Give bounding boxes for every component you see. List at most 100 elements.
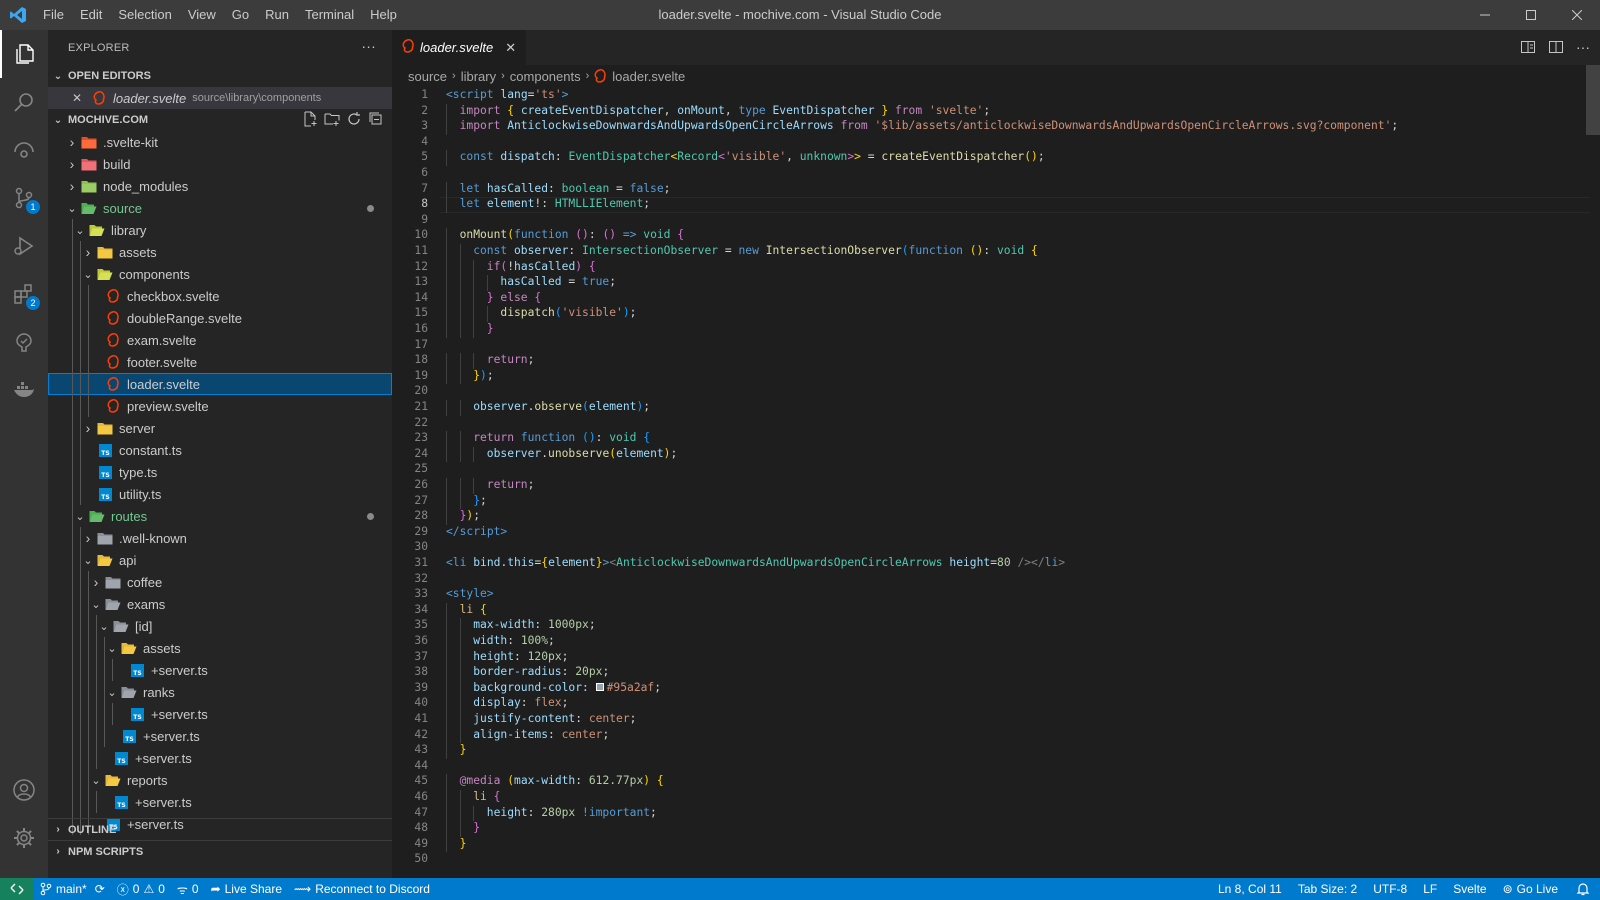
workspace-section[interactable]: ⌄ MOCHIVE.COM <box>48 109 392 131</box>
line-number: 21 <box>414 400 428 413</box>
encoding[interactable]: UTF-8 <box>1365 878 1415 900</box>
menu-selection[interactable]: Selection <box>110 0 179 30</box>
folder-item[interactable]: › coffee <box>48 571 392 593</box>
file-item[interactable]: checkbox.svelte <box>48 285 392 307</box>
indent-guide <box>96 681 97 703</box>
ports-indicator[interactable]: ᯤ 0 <box>171 878 205 900</box>
editor-scrollbar[interactable] <box>1586 65 1600 878</box>
open-editor-item[interactable]: ✕ loader.svelte source\library\component… <box>48 87 392 109</box>
folder-item[interactable]: › server <box>48 417 392 439</box>
eol[interactable]: LF <box>1415 878 1445 900</box>
docker-icon[interactable] <box>0 366 48 414</box>
vscode-logo-icon[interactable] <box>0 0 35 30</box>
folder-item[interactable]: ⌄ source <box>48 197 392 219</box>
color-swatch[interactable] <box>595 682 604 691</box>
menu-edit[interactable]: Edit <box>72 0 110 30</box>
folder-item[interactable]: ⌄ components <box>48 263 392 285</box>
indent-guide <box>459 805 461 822</box>
breadcrumb-item[interactable]: loader.svelte <box>612 69 685 84</box>
folder-item[interactable]: ⌄ ranks <box>48 681 392 703</box>
file-item[interactable]: TS +server.ts <box>48 747 392 769</box>
close-icon[interactable]: ✕ <box>70 91 84 105</box>
folder-item[interactable]: ⌄ assets <box>48 637 392 659</box>
settings-gear-icon[interactable] <box>0 814 48 862</box>
indent-guide <box>80 285 81 307</box>
scrollbar-thumb[interactable] <box>1586 65 1600 135</box>
more-actions-button[interactable]: ··· <box>361 38 376 54</box>
source-control-icon[interactable]: 1 <box>0 174 48 222</box>
breadcrumb-item[interactable]: source <box>408 69 447 84</box>
discord-button[interactable]: ⟿ Reconnect to Discord <box>288 878 436 900</box>
folder-item[interactable]: ⌄ routes <box>48 505 392 527</box>
file-item[interactable]: TS +server.ts <box>48 791 392 813</box>
file-item[interactable]: TS type.ts <box>48 461 392 483</box>
problems-indicator[interactable]: ⓧ 0 ⚠ 0 <box>111 878 171 900</box>
explorer-icon[interactable] <box>0 30 48 78</box>
folder-item[interactable]: › node_modules <box>48 175 392 197</box>
folder-item[interactable]: ⌄ library <box>48 219 392 241</box>
search-icon[interactable] <box>0 78 48 126</box>
file-item[interactable]: TS +server.ts <box>48 703 392 725</box>
remote-explorer-icon[interactable] <box>0 126 48 174</box>
extensions-icon[interactable]: 2 <box>0 270 48 318</box>
menu-terminal[interactable]: Terminal <box>297 0 362 30</box>
menu-run[interactable]: Run <box>257 0 297 30</box>
outline-section[interactable]: › OUTLINE <box>48 818 392 840</box>
new-folder-icon[interactable] <box>324 111 340 130</box>
code-line: return function (): void { <box>473 431 650 444</box>
code-editor[interactable]: 1 <script lang='ts'> 2 import { createEvent… <box>392 87 1600 878</box>
file-item[interactable]: TS constant.ts <box>48 439 392 461</box>
language-mode[interactable]: Svelte <box>1445 878 1494 900</box>
folder-item[interactable]: ⌄ api <box>48 549 392 571</box>
line-number: 15 <box>414 306 428 320</box>
folder-item[interactable]: › .svelte-kit <box>48 131 392 153</box>
file-item[interactable]: doubleRange.svelte <box>48 307 392 329</box>
refresh-icon[interactable] <box>346 111 362 130</box>
run-debug-icon[interactable] <box>0 222 48 270</box>
more-actions-icon[interactable]: ··· <box>1576 39 1590 58</box>
breadcrumb-item[interactable]: components <box>510 69 581 84</box>
tab-size[interactable]: Tab Size: 2 <box>1290 878 1365 900</box>
indent-guide <box>72 219 73 241</box>
branch-indicator[interactable]: main* ⟳ <box>34 878 111 900</box>
split-editor-icon[interactable] <box>1548 39 1564 58</box>
live-share-button[interactable]: ➦ Live Share <box>205 878 288 900</box>
accounts-icon[interactable] <box>0 766 48 814</box>
sync-icon[interactable]: ⟳ <box>95 882 105 896</box>
testing-icon[interactable] <box>0 318 48 366</box>
file-item[interactable]: loader.svelte <box>48 373 392 395</box>
breadcrumb-item[interactable]: library <box>461 69 496 84</box>
collapse-all-icon[interactable] <box>368 111 384 130</box>
menu-view[interactable]: View <box>180 0 224 30</box>
file-item[interactable]: preview.svelte <box>48 395 392 417</box>
open-editors-section[interactable]: ⌄ OPEN EDITORS <box>48 65 392 87</box>
folder-item[interactable]: › .well-known <box>48 527 392 549</box>
maximize-button[interactable] <box>1508 0 1554 30</box>
folder-item[interactable]: › assets <box>48 241 392 263</box>
npm-scripts-section[interactable]: › NPM SCRIPTS <box>48 840 392 862</box>
folder-item[interactable]: ⌄ reports <box>48 769 392 791</box>
folder-item[interactable]: ⌄ exams <box>48 593 392 615</box>
minimize-button[interactable] <box>1462 0 1508 30</box>
cursor-position[interactable]: Ln 8, Col 11 <box>1210 878 1290 900</box>
line-number: 32 <box>414 571 428 585</box>
menu-file[interactable]: File <box>35 0 72 30</box>
file-item[interactable]: exam.svelte <box>48 329 392 351</box>
close-tab-icon[interactable]: ✕ <box>505 40 516 56</box>
new-file-icon[interactable] <box>302 111 318 130</box>
tree-item-label: [id] <box>135 618 153 634</box>
menu-go[interactable]: Go <box>224 0 257 30</box>
file-item[interactable]: footer.svelte <box>48 351 392 373</box>
folder-item[interactable]: › build <box>48 153 392 175</box>
go-live-button[interactable]: ⊚ Go Live <box>1495 878 1566 900</box>
file-item[interactable]: TS +server.ts <box>48 725 392 747</box>
tab-loader-svelte[interactable]: loader.svelte ✕ <box>392 30 527 65</box>
file-item[interactable]: TS +server.ts <box>48 659 392 681</box>
remote-indicator-icon[interactable] <box>0 878 34 900</box>
close-window-button[interactable] <box>1554 0 1600 30</box>
menu-help[interactable]: Help <box>362 0 405 30</box>
notifications-bell-icon[interactable] <box>1566 878 1600 900</box>
folder-item[interactable]: ⌄ [id] <box>48 615 392 637</box>
open-preview-icon[interactable] <box>1520 39 1536 58</box>
file-item[interactable]: TS utility.ts <box>48 483 392 505</box>
